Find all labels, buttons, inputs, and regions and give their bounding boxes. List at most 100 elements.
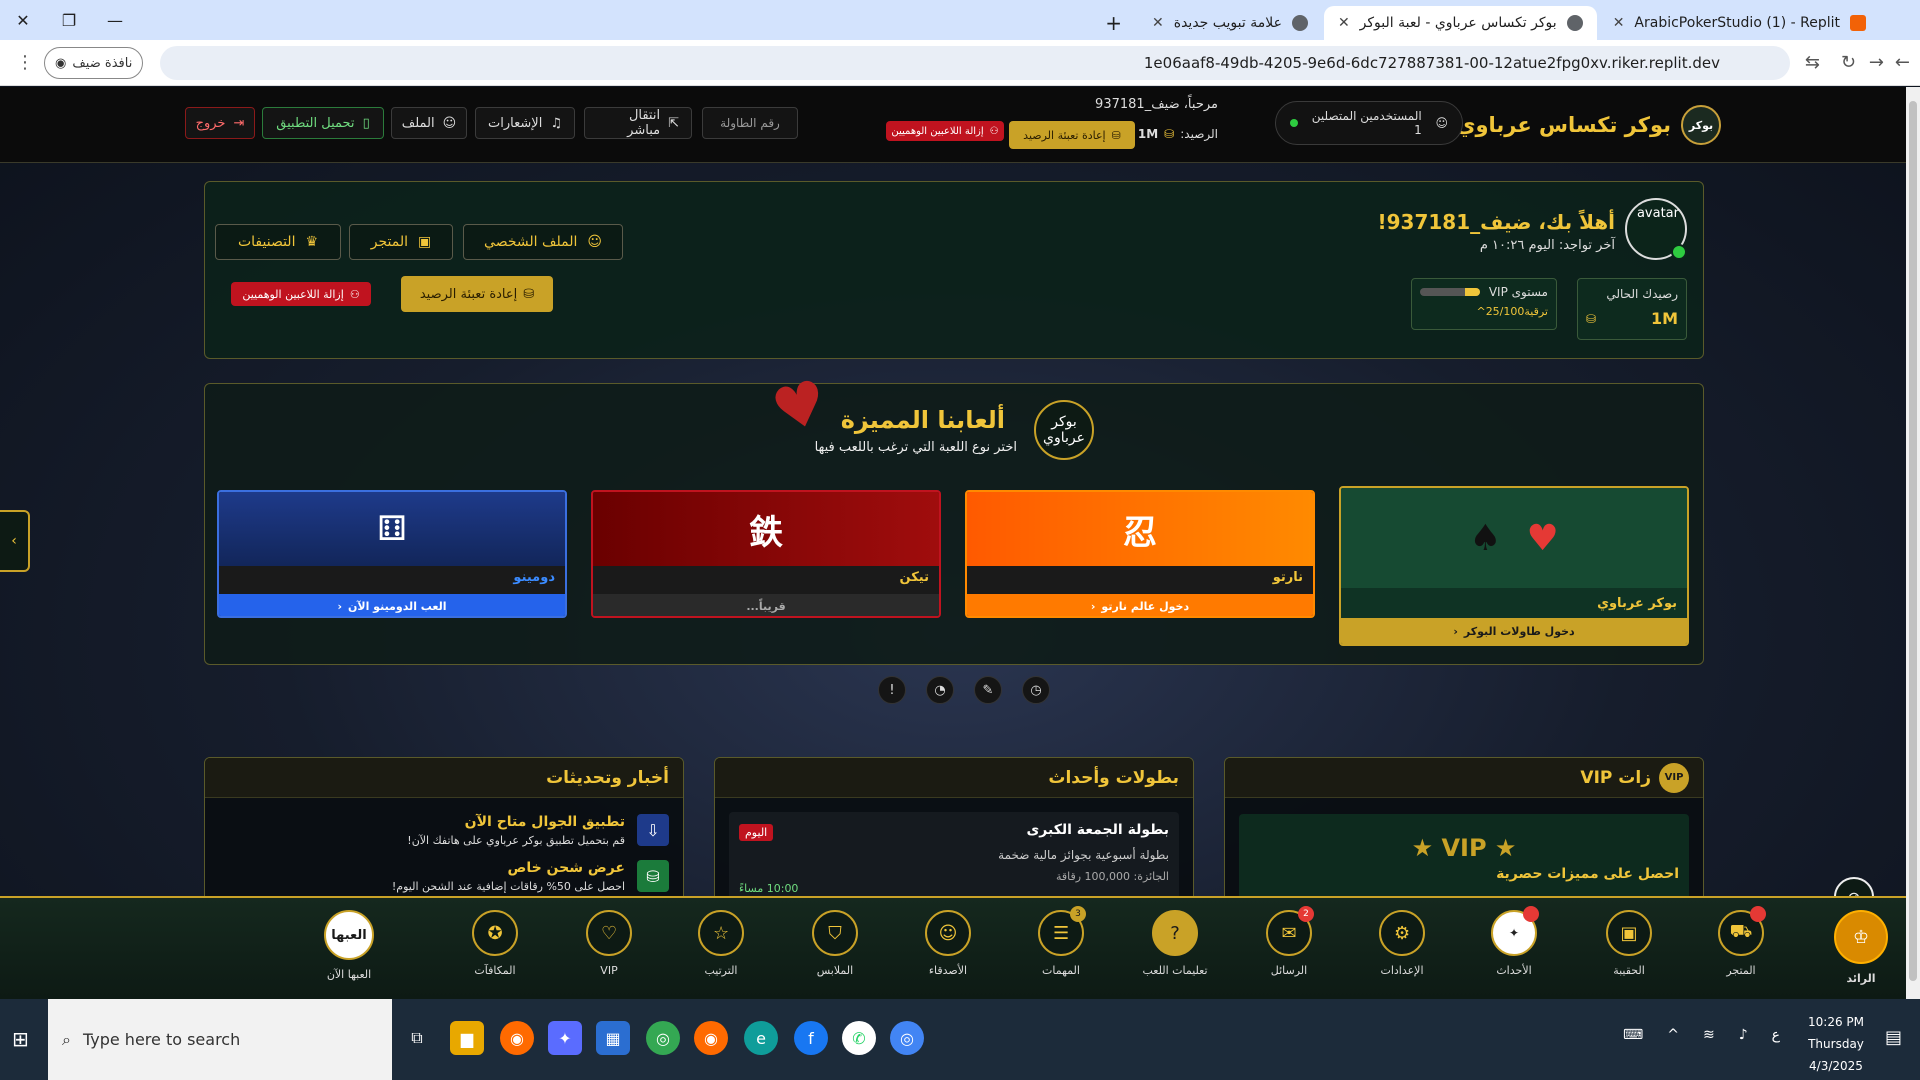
bottom-item-help[interactable]: ? تعليمات اللعب — [1130, 910, 1220, 977]
language-indicator[interactable]: ع — [1772, 1027, 1780, 1043]
bottom-item-events[interactable]: ✦ الأحداث — [1469, 906, 1559, 977]
notifications-button[interactable]: ♫ الإشعارات — [475, 107, 575, 139]
balance-card-label: رصيدك الحالي — [1606, 287, 1678, 301]
bottom-item-ranking[interactable]: ☆ الترتيب — [676, 910, 766, 977]
guest-window-button[interactable]: ◉ نافذة ضيف — [44, 47, 144, 79]
panel-remove-bots-button[interactable]: ⚇ إزالة اللاعبين الوهميين — [231, 282, 371, 306]
game-action[interactable]: دخول عالم نارتو ‹ — [967, 594, 1313, 616]
news-item[interactable]: ⛁ عرض شحن خاص احصل على 50% رقاقات إضافية… — [392, 860, 669, 893]
bottom-item-label: تعليمات اللعب — [1142, 964, 1208, 977]
shop-button[interactable]: ▣ المتجر — [349, 224, 453, 260]
new-tab-button[interactable]: + — [1091, 6, 1136, 40]
volume-icon[interactable]: ♪ — [1739, 1027, 1748, 1043]
event-item[interactable]: بطولة الجمعة الكبرى بطولة أسبوعية بجوائز… — [729, 812, 1179, 902]
table-number-input[interactable]: رقم الطاولة — [702, 107, 798, 139]
back-icon[interactable]: → — [1869, 52, 1884, 73]
page-scrollbar[interactable] — [1906, 87, 1920, 999]
game-action[interactable]: العب الدومينو الآن ‹ — [219, 594, 565, 616]
ranking-button[interactable]: ♛ التصنيفات — [215, 224, 341, 260]
event-tag: اليوم — [739, 824, 774, 841]
tab-poker[interactable]: بوكر تكساس عرباوي - لعبة البوكر ✕ — [1323, 6, 1597, 40]
game-action[interactable]: دخول طاولات البوكر ‹ — [1341, 618, 1687, 644]
download-app-button[interactable]: ▯ تحميل التطبيق — [262, 107, 384, 139]
scrollbar-thumb[interactable] — [1909, 101, 1917, 981]
bottom-item-tasks[interactable]: ☰ 3 المهمات — [1016, 906, 1106, 977]
bottom-item-friends[interactable]: ☺ الأصدقاء — [903, 910, 993, 977]
task-view-icon[interactable]: ⧉ — [400, 1021, 434, 1055]
bottom-item-bag[interactable]: ▣ الحقيبة — [1584, 910, 1674, 977]
panel-refill-button[interactable]: ⛁ إعادة تعبئة الرصيد — [401, 276, 553, 312]
profile-page-button[interactable]: ☺ الملف الشخصي — [463, 224, 623, 260]
online-users: ☺ المستخدمين المتصلين 1 — [1275, 101, 1463, 145]
tab-newtab[interactable]: علامة تبويب جديدة ✕ — [1138, 6, 1322, 40]
bottom-item-vip[interactable]: ♡ VIP — [564, 910, 654, 977]
vip-upgrade-label[interactable]: ترقية — [1524, 305, 1548, 318]
wifi-icon[interactable]: ≋ — [1703, 1027, 1715, 1043]
minimize-window-icon[interactable]: — — [92, 0, 138, 40]
forward-icon[interactable]: ← — [1895, 52, 1910, 73]
remove-bots-button[interactable]: ⚇ إزالة اللاعبين الوهميين — [886, 121, 1004, 141]
store-icon[interactable]: ▦ — [596, 1021, 630, 1055]
chevron-up-icon[interactable]: ^ — [1476, 305, 1485, 318]
brand[interactable]: بوكر بوكر تكساس عرباوي — [1456, 105, 1721, 145]
profile-page-label: الملف الشخصي — [484, 234, 578, 250]
bottom-item-shop[interactable]: ⛟ المتجر — [1696, 906, 1786, 977]
reload-icon[interactable]: ↻ — [1841, 52, 1856, 73]
refill-button[interactable]: ⛁ إعادة تعبئة الرصيد — [1009, 121, 1135, 149]
close-icon[interactable]: ✕ — [1152, 15, 1164, 31]
messages-badge: 2 — [1298, 906, 1314, 922]
game-card-poker[interactable]: ♥ ♠ بوكر عرباوي دخول طاولات البوكر ‹ — [1339, 486, 1689, 646]
close-icon[interactable]: ✕ — [1338, 15, 1350, 31]
vip-label: مستوى VIP — [1488, 285, 1548, 299]
bottom-item-rank[interactable]: ♔ الرائد — [1816, 910, 1906, 985]
bottom-item-clothes[interactable]: ⛉ الملابس — [790, 910, 880, 977]
remove-bots-label: إزالة اللاعبين الوهميين — [891, 125, 984, 137]
firefox-icon[interactable]: ◉ — [500, 1021, 534, 1055]
menu-dots-icon[interactable]: ⋮ — [16, 52, 34, 73]
live-button[interactable]: ⇱ انتقال مباشر — [584, 107, 692, 139]
chevron-up-icon[interactable]: ^ — [1667, 1027, 1679, 1043]
info-icon[interactable]: ! — [878, 676, 906, 704]
keyboard-icon[interactable]: ⌨ — [1623, 1027, 1643, 1043]
edge-icon[interactable]: e — [744, 1021, 778, 1055]
file-explorer-icon[interactable]: ▆ — [450, 1021, 484, 1055]
taskbar-search[interactable]: ⌕ Type here to search — [48, 999, 392, 1080]
tune-icon[interactable]: ⇆ — [1805, 52, 1820, 73]
close-window-icon[interactable]: ✕ — [0, 0, 46, 40]
chrome-icon[interactable]: ◎ — [890, 1021, 924, 1055]
bottom-item-rewards[interactable]: ✪ المكافآت — [450, 910, 540, 977]
news-item[interactable]: ⇩ تطبيق الجوال متاح الآن قم بتحميل تطبيق… — [407, 814, 669, 847]
game-card-tekken[interactable]: 鉄 تيكن قريباً... — [591, 490, 941, 618]
bottom-item-messages[interactable]: ✉ 2 الرسائل — [1244, 906, 1334, 977]
whatsapp-icon[interactable]: ✆ — [842, 1021, 876, 1055]
copilot-icon[interactable]: ✦ — [548, 1021, 582, 1055]
profile-button[interactable]: ☺ الملف — [391, 107, 467, 139]
game-card-naruto[interactable]: 忍 نارتو دخول عالم نارتو ‹ — [965, 490, 1315, 618]
bottom-item-label: المتجر — [1726, 964, 1756, 977]
firefox-icon[interactable]: ◉ — [694, 1021, 728, 1055]
bottom-item-play-now[interactable]: العبها العبها الآن — [304, 910, 394, 981]
facebook-icon[interactable]: f — [794, 1021, 828, 1055]
chrome-icon[interactable]: ◎ — [646, 1021, 680, 1055]
game-name: بوكر عرباوي — [1341, 588, 1687, 618]
taskbar-clock[interactable]: 10:26 PM Thursday 4/3/2025 — [1808, 1011, 1864, 1077]
events-card-panel: بطولات وأحداث بطولة الجمعة الكبرى بطولة … — [714, 757, 1194, 909]
game-card-domino[interactable]: ⚅ دومينو العب الدومينو الآن ‹ — [217, 490, 567, 618]
tab-replit[interactable]: ArabicPokerStudio (1) - Replit ✕ — [1599, 6, 1880, 40]
naruto-symbol: 忍 — [967, 492, 1313, 566]
windows-start-icon[interactable]: ⊞ — [12, 1027, 29, 1051]
edit-icon[interactable]: ✎ — [974, 676, 1002, 704]
url-field[interactable]: 1e06aaf8-49db-4205-9e6d-6dc727887381-00-… — [160, 46, 1790, 80]
url-text: 1e06aaf8-49db-4205-9e6d-6dc727887381-00-… — [1143, 54, 1720, 72]
logout-button[interactable]: ⇥ خروج — [185, 107, 255, 139]
bottom-item-settings[interactable]: ⚙ الإعدادات — [1357, 910, 1447, 977]
pie-chart-icon[interactable]: ◔ — [926, 676, 954, 704]
clock-icon[interactable]: ◷ — [1022, 676, 1050, 704]
poker-symbol: ♥ ♠ — [1341, 488, 1687, 588]
notifications-icon[interactable]: ▤ — [1885, 1027, 1902, 1048]
restore-window-icon[interactable]: ❐ — [46, 0, 92, 40]
side-drawer-toggle[interactable]: › — [0, 510, 30, 572]
avatar[interactable]: avatar — [1625, 198, 1687, 260]
rank-badge-icon: ♔ — [1834, 910, 1888, 964]
close-icon[interactable]: ✕ — [1613, 15, 1625, 31]
